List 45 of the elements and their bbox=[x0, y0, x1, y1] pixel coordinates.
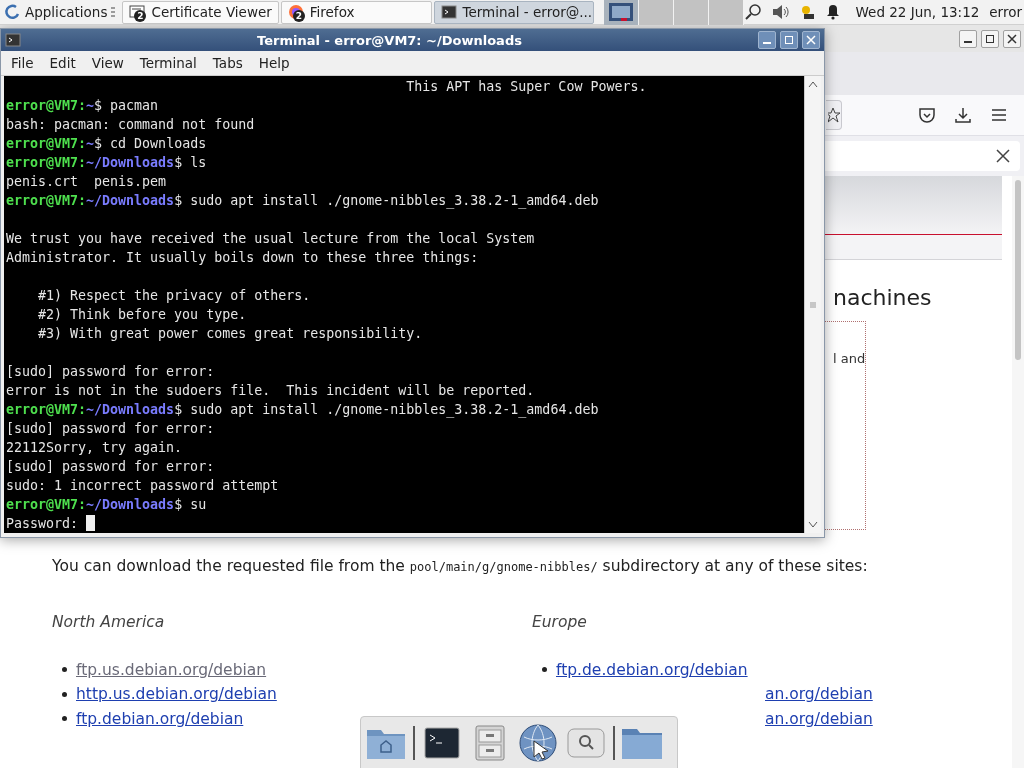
terminal-line: [sudo] password for error: bbox=[6, 363, 216, 381]
mirror-link[interactable]: ftp.de.debian.org/debian bbox=[556, 660, 748, 679]
terminal-line: penis.crt penis.pem bbox=[6, 173, 168, 191]
terminal-line: error@VM7:~/Downloads$ ls bbox=[6, 154, 208, 172]
page-heading: nachines bbox=[833, 285, 933, 311]
menu-item[interactable]: Help bbox=[250, 55, 298, 71]
terminal-line: [sudo] password for error: bbox=[6, 458, 216, 476]
download-paragraph: You can download the requested file from the pool/main/g/gnome-nibbles/ subdirectory at any of these sites: bbox=[52, 557, 869, 575]
mirror-link[interactable]: http.us.debian.org/debian bbox=[76, 685, 277, 704]
terminal-line: bash: pacman: command not found bbox=[6, 116, 256, 134]
terminal-line: error is not in the sudoers file. This incident will be reported. bbox=[6, 382, 536, 400]
menu-item[interactable]: Tabs bbox=[204, 55, 251, 71]
mirror-link[interactable]: ftp.us.debian.org/debian bbox=[76, 660, 267, 679]
taskbar-button[interactable]: 2 Certificate Viewer bbox=[122, 0, 279, 24]
terminal-line: error@VM7:~/Downloads$ sudo apt install ./gnome-nibbles_3.38.2-1_amd64.deb bbox=[6, 192, 600, 210]
menu-item[interactable]: View bbox=[83, 55, 132, 71]
region-title: North America bbox=[52, 613, 166, 631]
mirror-link[interactable]: an.org/debian bbox=[765, 685, 873, 704]
applications-menu[interactable]: Applications bbox=[0, 0, 121, 24]
terminal-line: 22112Sorry, try again. bbox=[6, 439, 184, 457]
clock[interactable]: Wed 22 Jun, 13:12 bbox=[855, 4, 980, 20]
terminal-line: Administrator. It usually boils down to these three things: bbox=[6, 249, 480, 267]
menu-item[interactable]: Terminal bbox=[131, 55, 205, 71]
terminal-line: Password: bbox=[6, 514, 804, 533]
terminal-line: [sudo] password for error: bbox=[6, 420, 216, 438]
user-menu[interactable]: error bbox=[989, 4, 1022, 20]
terminal-line: #1) Respect the privacy of others. bbox=[37, 287, 312, 305]
mirror-link[interactable]: ftp.debian.org/debian bbox=[76, 709, 244, 728]
terminal-line: This APT has Super Cow Powers. bbox=[405, 78, 648, 96]
taskbar-button[interactable]: Terminal - error@... bbox=[433, 0, 594, 24]
terminal-line: #2) Think before you type. bbox=[37, 306, 248, 324]
terminal-line: error@VM7:~$ pacman bbox=[6, 97, 160, 115]
terminal-line: error@VM7:~$ cd Downloads bbox=[6, 135, 208, 153]
terminal-line: sudo: 1 incorrect password attempt bbox=[6, 477, 280, 495]
mirror-link[interactable]: an.org/debian bbox=[765, 709, 873, 728]
region-title: Europe bbox=[532, 613, 588, 631]
notice-text: l and bbox=[833, 351, 866, 366]
menu-item[interactable]: Edit bbox=[41, 55, 84, 71]
terminal-line: #3) With great power comes great responsibility. bbox=[37, 325, 424, 343]
window-title: Terminal - error@VM7: ~/Downloads bbox=[256, 32, 523, 48]
taskbar-button[interactable]: 2 Firefox bbox=[280, 0, 432, 24]
menu-item[interactable]: File bbox=[3, 55, 42, 71]
terminal-line: We trust you have received the usual lecture from the local System bbox=[6, 230, 536, 248]
terminal-line: error@VM7:~/Downloads$ su bbox=[6, 496, 208, 514]
terminal-line: error@VM7:~/Downloads$ sudo apt install ./gnome-nibbles_3.38.2-1_amd64.deb bbox=[6, 401, 600, 419]
